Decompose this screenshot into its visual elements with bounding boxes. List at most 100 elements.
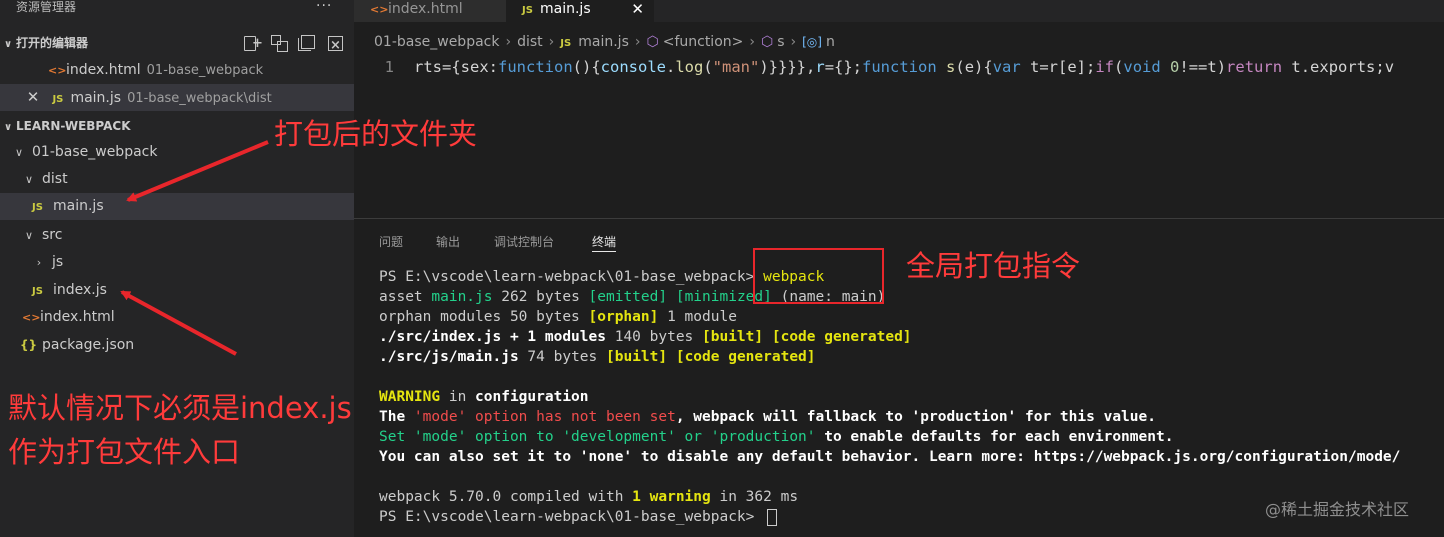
terminal-token: in 362 ms [710,489,799,505]
chevron-right-icon: › [634,34,641,50]
js-file-icon: JS [560,38,572,49]
annotation-entry-note-2: 作为打包文件入口 [8,435,241,469]
chevron-down-icon: ∨ [3,122,13,133]
panel-tab-output[interactable]: 输出 [436,232,460,252]
panel-tab-debug-console[interactable]: 调试控制台 [494,232,554,252]
save-all-icon[interactable] [298,34,316,52]
open-editors-header[interactable]: ∨ 打开的编辑器 [0,30,354,59]
tree-item-label: 01-base_webpack [32,144,158,160]
code-token: ( [1114,58,1124,76]
tree-item-file-package-json[interactable]: {} package.json [0,332,354,359]
explorer-title: 资源管理器 [16,0,77,14]
js-file-icon: JS [32,202,43,213]
terminal-token: [code generated] [771,329,912,345]
html-file-icon: <> [370,3,389,16]
breadcrumb-symbol-n[interactable]: n [826,34,835,50]
terminal-line: PS E:\vscode\learn-webpack\01-base_webpa… [379,507,1400,527]
html-file-icon: <> [22,311,41,324]
new-file-icon[interactable] [242,31,263,57]
open-editor-item-index-html[interactable]: <>index.html 01-base_webpack [0,57,354,84]
terminal-token: 262 bytes [492,289,589,305]
tree-item-folder-src[interactable]: ∨ src [0,222,354,249]
terminal-token: PS E:\vscode\learn-webpack\01-base_webpa… [379,269,764,285]
terminal-token: [code generated] [675,349,816,365]
code-text: rts={sex:function(){console.log("man")}}… [414,58,1394,76]
project-label: LEARN-WEBPACK [16,119,131,133]
terminal-line: asset main.js 262 bytes [emitted] [minim… [379,287,1400,307]
breadcrumb-symbol-s[interactable]: s [777,34,784,50]
chevron-right-icon: › [548,34,555,50]
terminal-token: You can also set it to 'none' to disable… [379,449,1401,465]
js-file-icon: JS [522,5,533,16]
terminal-token: The [379,409,414,425]
code-token: log [675,58,704,76]
terminal-token: 'mode' option has not been set [413,409,676,425]
code-token: "man" [712,58,760,76]
breadcrumb-file[interactable]: main.js [578,34,629,50]
code-token: ={}; [824,58,863,76]
annotation-entry-note-1: 默认情况下必须是index.js [8,391,352,425]
tree-item-label: src [42,227,63,243]
terminal-line: orphan modules 50 bytes [orphan] 1 modul… [379,307,1400,327]
editor-tab-bar: <>index.html JS main.js ✕ [354,0,1444,22]
terminal-token: 'production' [710,429,816,445]
terminal-token: WARNING [379,389,441,405]
tree-item-file-main-js[interactable]: JS main.js [0,193,354,220]
terminal-output[interactable]: PS E:\vscode\learn-webpack\01-base_webpa… [379,267,1400,527]
terminal-token: 1 warning [632,489,711,505]
close-icon[interactable]: ✕ [631,0,644,18]
terminal-token: Set [379,429,414,445]
chevron-down-icon: ∨ [3,39,13,50]
chevron-right-icon: › [790,34,797,50]
tree-item-file-index-html[interactable]: <>index.html [0,304,354,331]
terminal-line: You can also set it to 'none' to disable… [379,447,1400,467]
open-editor-name: index.html [66,62,141,78]
code-token: if [1095,58,1115,76]
terminal-token: 74 bytes [518,349,606,365]
tree-item-folder-js[interactable]: › js [0,249,354,276]
breadcrumb-symbol-function[interactable]: <function> [663,34,744,50]
more-actions-icon[interactable]: ··· [316,0,332,14]
terminal-token: , webpack will fallback to 'production' … [675,409,1156,425]
breadcrumb-folder[interactable]: 01-base_webpack [374,34,499,50]
terminal-token: [emitted] [588,289,668,305]
panel-tab-problems[interactable]: 问题 [379,232,403,252]
chevron-down-icon: ∨ [14,146,24,159]
json-file-icon: {} [20,338,38,352]
close-all-icon[interactable] [326,33,344,59]
tab-index-html[interactable]: <>index.html [354,0,506,22]
tree-item-file-index-js[interactable]: JS index.js [0,277,354,304]
terminal-token: configuration [475,389,589,405]
function-symbol-icon: ⬡ [646,34,659,50]
tab-label: index.html [388,1,463,17]
breadcrumb-subfolder[interactable]: dist [517,34,543,50]
terminal-line: webpack 5.70.0 compiled with 1 warning i… [379,487,1400,507]
command-highlight-box [753,248,884,304]
code-token: !==t) [1179,58,1227,76]
code-token: t=r[e]; [1020,58,1096,76]
terminal-token: orphan modules 50 bytes [379,309,589,325]
terminal-token: [built] [702,329,764,345]
terminal-token: to enable defaults for each environment. [815,429,1174,445]
tab-label: main.js [540,1,591,17]
code-token: (e){ [955,58,993,76]
terminal-token: 140 bytes [605,329,703,345]
terminal-line: ./src/index.js + 1 modules 140 bytes [bu… [379,327,1400,347]
open-editor-name: main.js [70,90,122,106]
terminal-token: asset [379,289,432,305]
code-line-1[interactable]: 1 rts={sex:function(){console.log("man")}… [354,56,1444,78]
tab-main-js[interactable]: JS main.js ✕ [506,0,654,22]
chevron-right-icon: › [505,34,512,50]
panel-tab-terminal[interactable]: 终端 [592,232,617,252]
code-token: ( [703,58,713,76]
close-icon[interactable]: ✕ [24,84,42,111]
code-token: 0 [1170,58,1180,76]
new-window-icon[interactable] [270,34,288,52]
tree-item-folder-dist[interactable]: ∨ dist [0,166,354,193]
tree-item-label: dist [42,171,68,187]
open-editor-item-main-js[interactable]: ✕ JS main.js 01-base_webpack\dist [0,84,354,111]
